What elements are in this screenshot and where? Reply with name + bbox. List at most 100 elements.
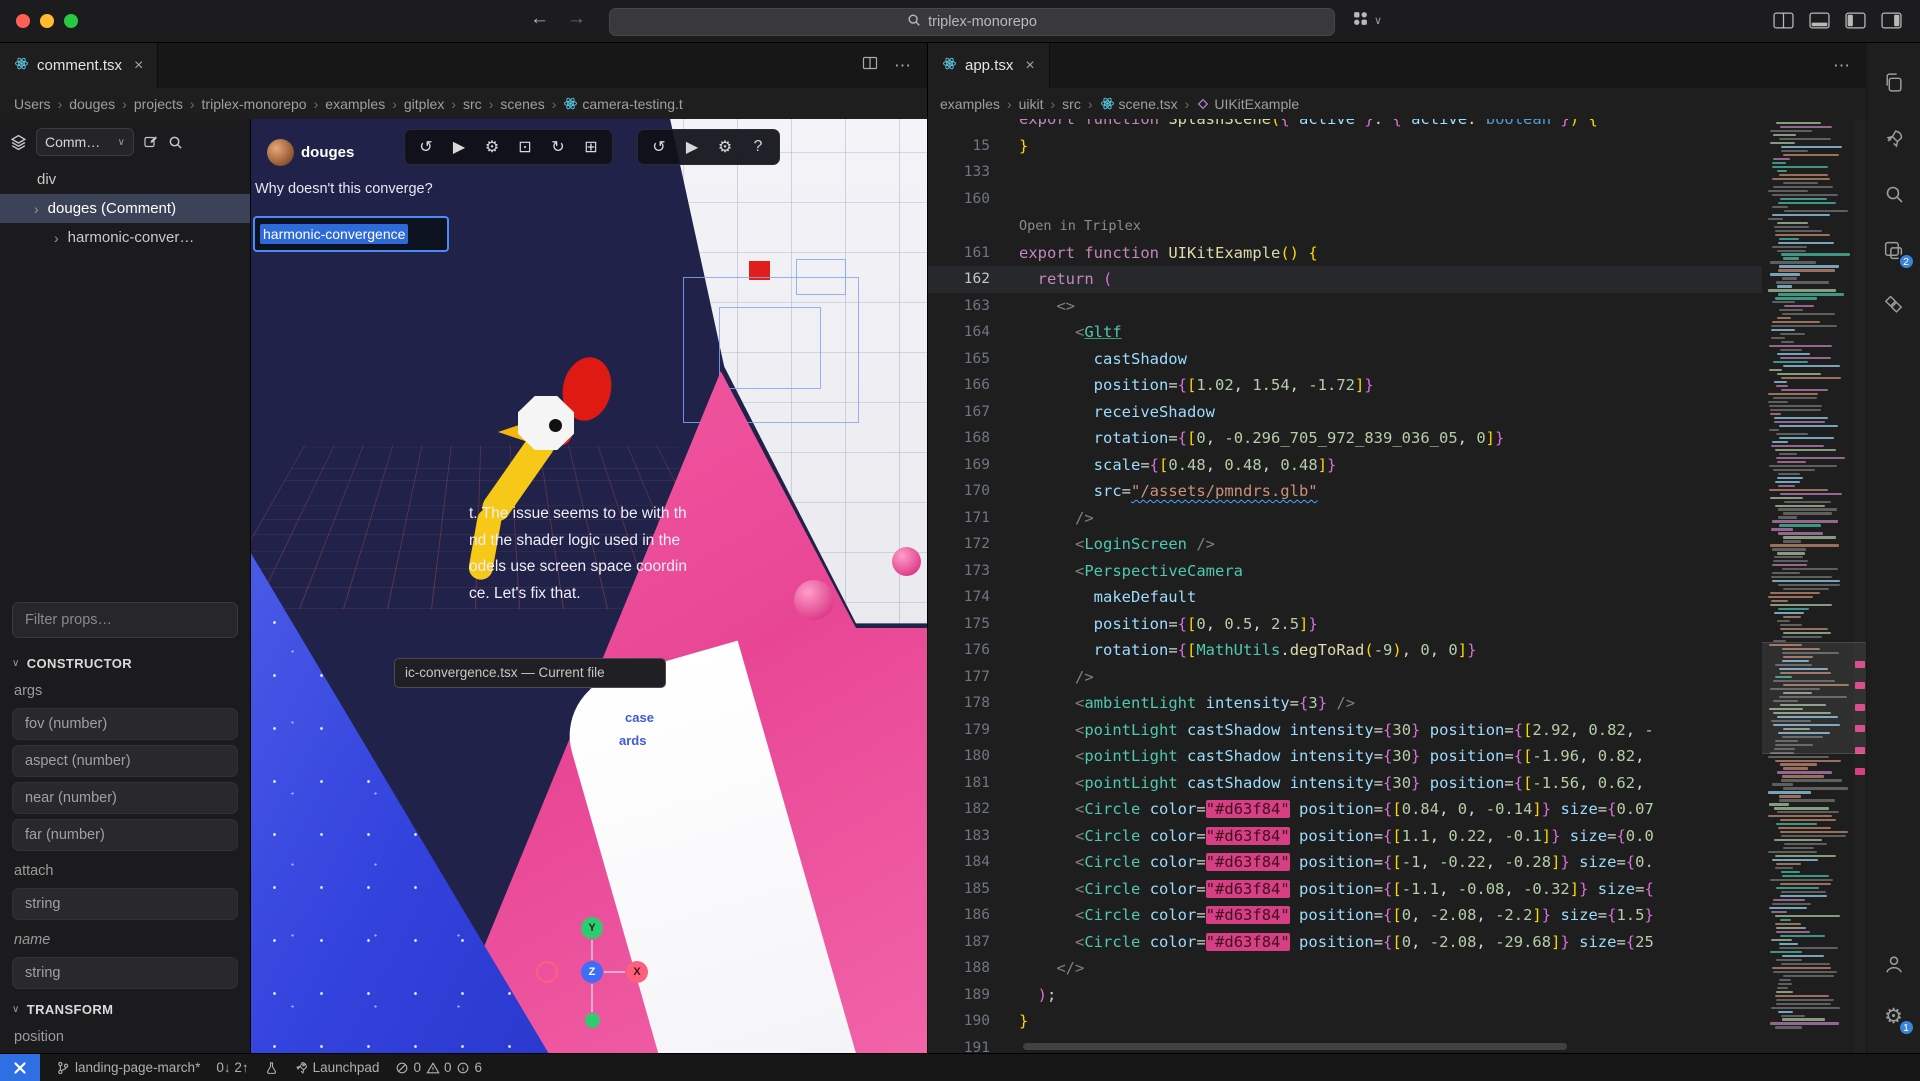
search-icon[interactable] bbox=[1879, 179, 1909, 209]
breadcrumb-item[interactable]: uikit bbox=[1019, 96, 1044, 112]
breadcrumb-item[interactable]: scenes bbox=[500, 96, 544, 112]
tree-item-douges-comment[interactable]: ›douges (Comment) bbox=[0, 194, 250, 223]
code-line[interactable]: 15} bbox=[928, 133, 1762, 160]
code-line[interactable]: 161export function UIKitExample() { bbox=[928, 240, 1762, 267]
gizmo-neg-x-axis[interactable] bbox=[536, 961, 558, 983]
close-tab-icon[interactable]: × bbox=[1025, 57, 1034, 75]
code-line[interactable]: 169 scale={[0.48, 0.48, 0.48]} bbox=[928, 452, 1762, 479]
account-icon[interactable] bbox=[1879, 949, 1909, 979]
undo-icon[interactable]: ↺ bbox=[417, 137, 435, 157]
code-line[interactable]: 170 src="/assets/pmndrs.glb" bbox=[928, 478, 1762, 505]
code-line[interactable]: 179 <pointLight castShadow intensity={30… bbox=[928, 717, 1762, 744]
back-button[interactable]: ← bbox=[530, 8, 549, 30]
code-line[interactable]: 190} bbox=[928, 1008, 1762, 1035]
code-line[interactable]: 171 /> bbox=[928, 505, 1762, 532]
code-line[interactable]: 172 <LoginScreen /> bbox=[928, 531, 1762, 558]
code-line[interactable]: 173 <PerspectiveCamera bbox=[928, 558, 1762, 585]
breadcrumb-item[interactable]: douges bbox=[69, 96, 115, 112]
code-line[interactable]: 167 receiveShadow bbox=[928, 399, 1762, 426]
beaker-button[interactable] bbox=[265, 1061, 278, 1075]
problems-status[interactable]: 0 0 6 bbox=[395, 1060, 482, 1075]
code-line[interactable]: 182 <Circle color="#d63f84" position={[0… bbox=[928, 796, 1762, 823]
tab-app-tsx[interactable]: app.tsx × bbox=[928, 43, 1050, 88]
code-line[interactable]: 176 rotation={[MathUtils.degToRad(-9), 0… bbox=[928, 637, 1762, 664]
layout-sidebar-right-icon[interactable] bbox=[1881, 12, 1902, 29]
breadcrumb-item[interactable]: src bbox=[463, 96, 482, 112]
prop-input[interactable]: string bbox=[12, 957, 238, 989]
code-line[interactable]: 133 bbox=[928, 159, 1762, 186]
grid-icon[interactable]: ⊞ bbox=[582, 137, 600, 157]
edit-icon[interactable] bbox=[143, 134, 159, 150]
breadcrumb-item[interactable]: gitplex bbox=[404, 96, 444, 112]
code-line[interactable]: 168 rotation={[0, -0.296_705_972_839_036… bbox=[928, 425, 1762, 452]
gizmo-z-axis[interactable]: Z bbox=[581, 961, 603, 983]
axis-gizmo[interactable]: Y Z X bbox=[536, 917, 648, 1035]
code-line[interactable]: 175 position={[0, 0.5, 2.5]} bbox=[928, 611, 1762, 638]
git-branch-status[interactable]: landing-page-march* bbox=[56, 1060, 200, 1075]
code-line[interactable]: 178 <ambientLight intensity={3} /> bbox=[928, 690, 1762, 717]
code-line[interactable]: 177 /> bbox=[928, 664, 1762, 691]
settings-gear-icon[interactable]: ⚙1 bbox=[1879, 1001, 1909, 1031]
prop-input[interactable]: string bbox=[12, 888, 238, 920]
tab-comment-tsx[interactable]: comment.tsx × bbox=[0, 43, 158, 88]
code-line[interactable]: 162 return ( bbox=[928, 266, 1762, 293]
tree-item-harmonic-conver[interactable]: ›harmonic-conver… bbox=[0, 223, 250, 252]
close-window-button[interactable] bbox=[16, 14, 30, 28]
gizmo-neg-y-axis[interactable] bbox=[585, 1013, 600, 1028]
play-icon[interactable]: ▶ bbox=[683, 137, 701, 157]
address-bar[interactable]: triplex-monorepo bbox=[609, 8, 1335, 36]
launchpad-button[interactable]: Launchpad bbox=[294, 1060, 380, 1075]
gear-icon[interactable]: ⚙ bbox=[716, 137, 734, 157]
code-line[interactable]: 174 makeDefault bbox=[928, 584, 1762, 611]
breadcrumb-item[interactable]: examples bbox=[940, 96, 1000, 112]
gear-icon[interactable]: ⚙ bbox=[483, 137, 501, 157]
prop-input[interactable]: fov (number) bbox=[12, 708, 238, 740]
section-constructor[interactable]: ∨ CONSTRUCTOR bbox=[0, 648, 250, 676]
refresh-icon[interactable]: ↻ bbox=[549, 137, 567, 157]
3d-viewport[interactable]: case ards t. The issue seems to be with … bbox=[251, 119, 927, 1053]
files-icon[interactable] bbox=[1879, 67, 1909, 97]
forward-button[interactable]: → bbox=[567, 8, 586, 30]
code-line[interactable]: 160 bbox=[928, 186, 1762, 213]
more-actions-icon[interactable]: ⋯ bbox=[1833, 56, 1850, 76]
breadcrumb-item[interactable]: triplex-monorepo bbox=[202, 96, 307, 112]
breadcrumb-item[interactable]: Users bbox=[14, 96, 51, 112]
prop-input[interactable]: near (number) bbox=[12, 782, 238, 814]
code-line[interactable]: 166 position={[1.02, 1.54, -1.72]} bbox=[928, 372, 1762, 399]
code-line[interactable]: 163 <> bbox=[928, 293, 1762, 320]
code-line[interactable]: 181 <pointLight castShadow intensity={30… bbox=[928, 770, 1762, 797]
code-line[interactable]: 180 <pointLight castShadow intensity={30… bbox=[928, 743, 1762, 770]
minimize-window-button[interactable] bbox=[40, 14, 54, 28]
code-lens-row[interactable]: Open in Triplex bbox=[928, 212, 1762, 240]
play-icon[interactable]: ▶ bbox=[450, 137, 468, 157]
code-line[interactable]: 187 <Circle color="#d63f84" position={[0… bbox=[928, 929, 1762, 956]
remote-indicator[interactable] bbox=[0, 1054, 40, 1081]
more-actions-icon[interactable]: ⋯ bbox=[894, 56, 911, 76]
code-line[interactable]: export function SplashScene({ active }: … bbox=[928, 119, 1762, 133]
filter-props-input[interactable]: Filter props… bbox=[12, 602, 238, 638]
breadcrumb-item[interactable]: projects bbox=[134, 96, 183, 112]
code-line[interactable]: 185 <Circle color="#d63f84" position={[-… bbox=[928, 876, 1762, 903]
code-line[interactable]: 184 <Circle color="#d63f84" position={[-… bbox=[928, 849, 1762, 876]
section-transform[interactable]: ∨ TRANSFORM bbox=[0, 994, 250, 1022]
close-tab-icon[interactable]: × bbox=[134, 57, 143, 75]
split-editor-icon[interactable] bbox=[862, 55, 878, 76]
horizontal-scrollbar[interactable] bbox=[1023, 1043, 1567, 1050]
frames-icon[interactable]: 2 bbox=[1879, 235, 1909, 265]
code-line[interactable]: 188 </> bbox=[928, 955, 1762, 982]
breadcrumb-item[interactable]: src bbox=[1062, 96, 1081, 112]
breadcrumb-item[interactable]: camera-testing.t bbox=[563, 96, 682, 112]
code-editor[interactable]: export function SplashScene({ active }: … bbox=[928, 119, 1866, 1053]
undo-icon[interactable]: ↺ bbox=[650, 137, 668, 157]
breadcrumb-item[interactable]: examples bbox=[325, 96, 385, 112]
prop-input[interactable]: aspect (number) bbox=[12, 745, 238, 777]
code-line[interactable]: 186 <Circle color="#d63f84" position={[0… bbox=[928, 902, 1762, 929]
breadcrumb-item[interactable]: UIKitExample bbox=[1196, 96, 1299, 112]
tree-item-div[interactable]: div bbox=[0, 165, 250, 194]
gizmo-y-axis[interactable]: Y bbox=[581, 917, 603, 939]
components-icon[interactable] bbox=[1879, 291, 1909, 321]
minimap[interactable] bbox=[1762, 119, 1866, 1053]
breadcrumb-item[interactable]: scene.tsx bbox=[1100, 96, 1178, 112]
comment-input[interactable]: harmonic-convergence bbox=[253, 216, 449, 252]
code-line[interactable]: 189 ); bbox=[928, 982, 1762, 1009]
